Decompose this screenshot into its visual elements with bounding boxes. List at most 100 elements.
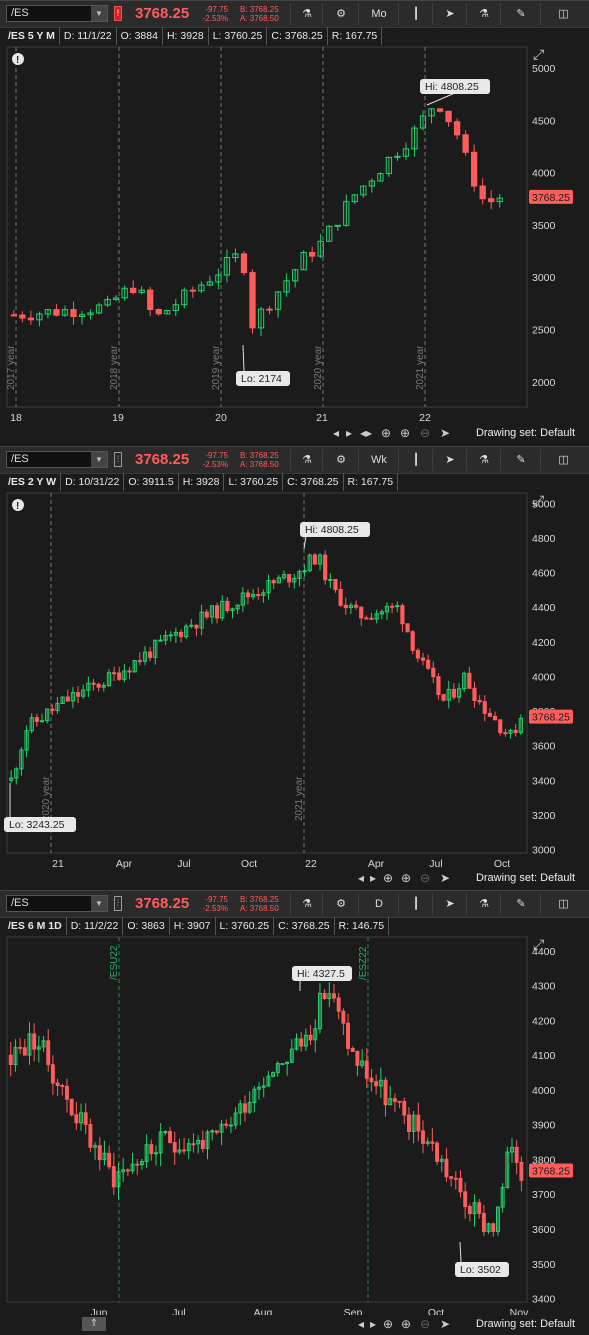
candle-body [420,657,426,661]
candle-body [341,1010,346,1024]
candle-body [60,1084,65,1087]
candle-body [482,701,487,714]
candle-body [65,696,70,702]
pointer-icon[interactable]: ➤ [440,871,450,885]
cursor-icon[interactable]: ➤ [432,893,467,915]
studies-icon[interactable]: ⚗ [290,449,323,471]
price-chart[interactable]: /ESU22/ESZ22 4400430042004100400039003800… [0,935,589,1315]
zoom-out-icon[interactable]: ⊖ [420,426,430,440]
zoom-in-icon[interactable]: ⊕ [400,426,410,440]
studies-icon[interactable]: ⚗ [290,893,323,915]
candle-body [430,1141,435,1144]
symbol-selector[interactable]: /ES ▼ [6,451,108,468]
info-date: D: 11/1/22 [60,27,117,45]
crosshair-icon[interactable]: ⊕ [383,1317,393,1331]
scroll-left-icon[interactable]: ◂ [333,426,339,440]
collapse-panel-icon[interactable]: ⇑ [82,1317,106,1331]
candle-body [406,1114,411,1132]
chart-style-icon[interactable]: ┃ [398,893,433,915]
scroll-right-icon[interactable]: ▸ [370,1317,376,1331]
studies-icon[interactable]: ⚗ [290,3,323,25]
gear-icon[interactable]: ⚙ [322,449,359,471]
crosshair-icon[interactable]: ⊕ [381,426,391,440]
scroll-right-icon[interactable]: ▸ [346,426,352,440]
expand-icon[interactable]: ◂▸ [360,426,372,440]
cursor-icon[interactable]: ➤ [432,3,467,25]
x-tick-label: Oct [494,858,510,869]
aggregation-button[interactable]: Mo [358,3,399,25]
candle-body [243,1103,247,1113]
chart-style-icon[interactable]: ┃ [398,3,433,25]
dropdown-icon[interactable]: ▼ [91,6,107,21]
flask-icon[interactable]: ⚗ [466,3,501,25]
aggregation-button[interactable]: Wk [358,449,399,471]
zoom-in-icon[interactable]: ⊕ [401,871,411,885]
info-low: L: 3760.25 [216,917,275,935]
zoom-in-icon[interactable]: ⊕ [401,1317,411,1331]
more-icon[interactable]: ◫ [540,449,586,471]
chart-style-icon[interactable]: ┃ [398,449,433,471]
pointer-icon[interactable]: ➤ [440,426,450,440]
crosshair-icon[interactable]: ⊕ [383,871,393,885]
candle-body [487,712,493,717]
symbol-text: /ES [11,7,29,19]
info-date: D: 10/31/22 [61,473,125,491]
candle-body [472,687,477,702]
scroll-left-icon[interactable]: ◂ [358,871,364,885]
zoom-out-icon[interactable]: ⊖ [420,1317,430,1331]
x-tick-label: Sep [344,1307,363,1315]
drawing-set-label[interactable]: Drawing set: Default [476,872,575,884]
scroll-left-icon[interactable]: ◂ [358,1317,364,1331]
y-tick-label: 3600 [532,741,556,753]
flask-icon[interactable]: ⚗ [466,449,501,471]
candle-body [369,1077,374,1083]
candle-body [74,1114,79,1124]
drawing-tools-icon[interactable]: ✎ [500,893,541,915]
y-tick-label: 3400 [532,1294,556,1306]
link-icon[interactable]: ⫶ [114,896,122,911]
ohlc-info-bar: /ES 6 M 1D D: 11/2/22 O: 3863 H: 3907 L: 376… [4,917,390,935]
ask-value: A: 3768.50 [240,904,279,913]
candle-body [346,1022,350,1049]
drawing-tools-icon[interactable]: ✎ [500,3,541,25]
gear-icon[interactable]: ⚙ [322,893,359,915]
price-chart[interactable]: 2020 year 2021 year5000480046004400420040… [0,491,589,869]
candle-body [91,682,96,685]
symbol-selector[interactable]: /ES ▼ [6,895,108,912]
flask-icon[interactable]: ⚗ [466,893,501,915]
drawing-set-label[interactable]: Drawing set: Default [476,427,575,439]
candle-body [50,708,55,711]
cursor-icon[interactable]: ➤ [432,449,467,471]
dropdown-icon[interactable]: ▼ [91,896,107,911]
info-title: /ES 5 Y M [4,27,60,45]
candle-body [491,1223,496,1232]
pointer-icon[interactable]: ➤ [440,1317,450,1331]
price-change: -97.75 -2.53% [200,895,228,913]
gear-icon[interactable]: ⚙ [322,3,359,25]
more-icon[interactable]: ◫ [540,3,586,25]
symbol-selector[interactable]: /ES ▼ [6,5,108,22]
y-tick-label: 4000 [532,1085,556,1097]
candle-body [39,720,45,723]
aggregation-button[interactable]: D [358,893,399,915]
link-icon[interactable]: ⫶ [114,452,122,467]
candle-body [441,694,446,701]
candle-body [182,1149,187,1152]
candle-body [436,108,444,112]
ask-value: A: 3768.50 [240,460,279,469]
candle-body [513,729,518,734]
dropdown-icon[interactable]: ▼ [91,452,107,467]
more-icon[interactable]: ◫ [540,893,586,915]
x-tick-label: Oct [428,1307,444,1315]
zoom-out-icon[interactable]: ⊖ [420,871,430,885]
drawing-tools-icon[interactable]: ✎ [500,449,541,471]
scroll-right-icon[interactable]: ▸ [370,871,376,885]
info-range: R: 167.75 [344,473,399,491]
candle-body [458,1177,463,1193]
bid-ask: B: 3768.25 A: 3768.50 [240,895,279,913]
drawing-set-label[interactable]: Drawing set: Default [476,1318,575,1330]
y-tick-label: 4200 [532,1015,556,1027]
price-chart[interactable]: 2017 year 2018 year 2019 year 2020 year 2021… [0,45,589,423]
zoom-toggle-icon: ⤢ [533,936,544,952]
alert-flag-icon[interactable]: ! [114,6,122,21]
